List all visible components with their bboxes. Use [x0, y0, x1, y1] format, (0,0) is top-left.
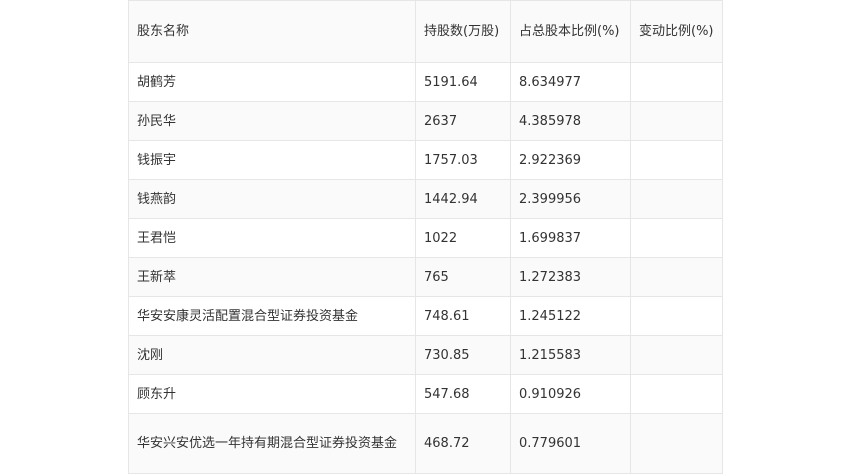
cell-change-ratio: [630, 413, 723, 474]
cell-shares-held: 730.85: [415, 335, 511, 375]
cell-shares-held: 547.68: [415, 374, 511, 414]
cell-change-ratio: [630, 374, 723, 414]
table-row: 顾东升 547.68 0.910926: [128, 374, 723, 414]
table-row: 钱燕韵 1442.94 2.399956: [128, 179, 723, 219]
cell-shares-held: 748.61: [415, 296, 511, 336]
cell-shareholder-name: 钱燕韵: [128, 179, 416, 219]
cell-change-ratio: [630, 257, 723, 297]
table-row: 华安兴安优选一年持有期混合型证券投资基金 468.72 0.779601: [128, 413, 723, 474]
table-row: 钱振宇 1757.03 2.922369: [128, 140, 723, 180]
header-change-ratio: 变动比例(%): [630, 0, 723, 63]
cell-share-ratio: 8.634977: [510, 62, 631, 102]
cell-change-ratio: [630, 140, 723, 180]
cell-shares-held: 2637: [415, 101, 511, 141]
cell-shareholder-name: 胡鹤芳: [128, 62, 416, 102]
header-shareholder-name: 股东名称: [128, 0, 416, 63]
cell-change-ratio: [630, 218, 723, 258]
cell-shareholder-name: 顾东升: [128, 374, 416, 414]
table-row: 沈刚 730.85 1.215583: [128, 335, 723, 375]
cell-shareholder-name: 钱振宇: [128, 140, 416, 180]
cell-shares-held: 468.72: [415, 413, 511, 474]
table-body: 胡鹤芳 5191.64 8.634977 孙民华 2637 4.385978 钱…: [128, 62, 723, 474]
cell-shareholder-name: 王新萃: [128, 257, 416, 297]
cell-share-ratio: 1.272383: [510, 257, 631, 297]
cell-share-ratio: 0.779601: [510, 413, 631, 474]
cell-shares-held: 5191.64: [415, 62, 511, 102]
table-row: 王君恺 1022 1.699837: [128, 218, 723, 258]
cell-change-ratio: [630, 62, 723, 102]
cell-share-ratio: 2.399956: [510, 179, 631, 219]
table-row: 王新萃 765 1.272383: [128, 257, 723, 297]
cell-shareholder-name: 王君恺: [128, 218, 416, 258]
cell-shares-held: 1442.94: [415, 179, 511, 219]
cell-share-ratio: 1.245122: [510, 296, 631, 336]
cell-shares-held: 765: [415, 257, 511, 297]
cell-share-ratio: 1.215583: [510, 335, 631, 375]
cell-shareholder-name: 华安安康灵活配置混合型证券投资基金: [128, 296, 416, 336]
cell-shares-held: 1022: [415, 218, 511, 258]
cell-change-ratio: [630, 335, 723, 375]
shareholder-table: 股东名称 持股数(万股) 占总股本比例(%) 变动比例(%) 胡鹤芳 5191.…: [128, 0, 723, 474]
cell-share-ratio: 0.910926: [510, 374, 631, 414]
table-header: 股东名称 持股数(万股) 占总股本比例(%) 变动比例(%): [128, 0, 723, 63]
header-row: 股东名称 持股数(万股) 占总股本比例(%) 变动比例(%): [128, 0, 723, 63]
cell-shares-held: 1757.03: [415, 140, 511, 180]
header-shares-held: 持股数(万股): [415, 0, 511, 63]
cell-share-ratio: 2.922369: [510, 140, 631, 180]
table-row: 孙民华 2637 4.385978: [128, 101, 723, 141]
header-share-ratio: 占总股本比例(%): [510, 0, 631, 63]
cell-share-ratio: 1.699837: [510, 218, 631, 258]
cell-change-ratio: [630, 296, 723, 336]
shareholder-table-container: 股东名称 持股数(万股) 占总股本比例(%) 变动比例(%) 胡鹤芳 5191.…: [128, 0, 723, 474]
cell-change-ratio: [630, 101, 723, 141]
cell-shareholder-name: 孙民华: [128, 101, 416, 141]
table-row: 华安安康灵活配置混合型证券投资基金 748.61 1.245122: [128, 296, 723, 336]
cell-change-ratio: [630, 179, 723, 219]
cell-shareholder-name: 华安兴安优选一年持有期混合型证券投资基金: [128, 413, 416, 474]
cell-shareholder-name: 沈刚: [128, 335, 416, 375]
cell-share-ratio: 4.385978: [510, 101, 631, 141]
table-row: 胡鹤芳 5191.64 8.634977: [128, 62, 723, 102]
